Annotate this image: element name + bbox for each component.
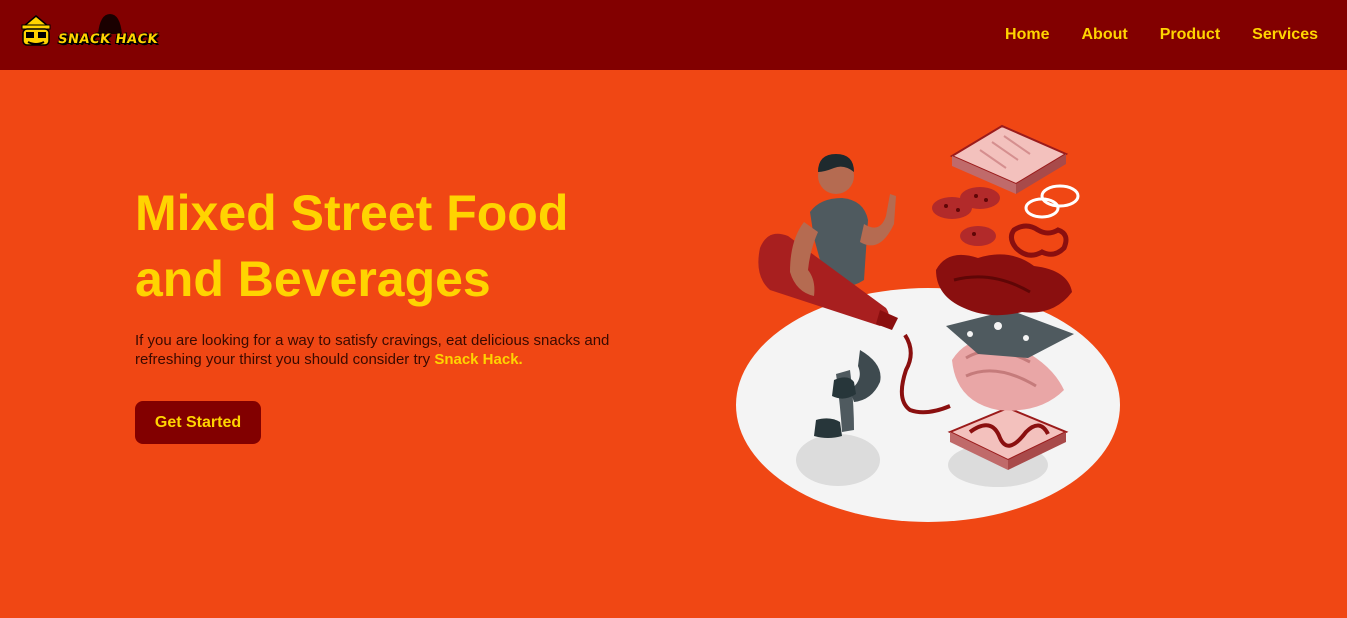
logo[interactable]: SNACK HACK — [18, 12, 170, 56]
hero-description: If you are looking for a way to satisfy … — [135, 331, 665, 369]
logo-text: SNACK HACK — [56, 32, 160, 47]
nav-link-product[interactable]: Product — [1160, 26, 1220, 43]
brand-highlight: Snack Hack. — [434, 351, 523, 368]
get-started-button[interactable]: Get Started — [135, 401, 261, 444]
navbar: SNACK HACK Home About Product Services — [0, 0, 1347, 70]
nav-link-services[interactable]: Services — [1252, 26, 1318, 43]
person-with-ketchup-and-sandwich-illustration — [736, 124, 1120, 522]
nav-item-product: Product — [1160, 26, 1220, 44]
main-nav: Home About Product Services — [1005, 0, 1318, 70]
hero-description-text: If you are looking for a way to satisfy … — [135, 332, 610, 368]
nav-item-services: Services — [1252, 26, 1318, 44]
nav-item-about: About — [1082, 26, 1128, 44]
nav-item-home: Home — [1005, 26, 1049, 44]
nav-link-about[interactable]: About — [1082, 26, 1128, 43]
hero-title: Mixed Street Food and Beverages — [135, 185, 569, 307]
nav-link-home[interactable]: Home — [1005, 26, 1049, 43]
hero-illustration — [730, 120, 1130, 530]
